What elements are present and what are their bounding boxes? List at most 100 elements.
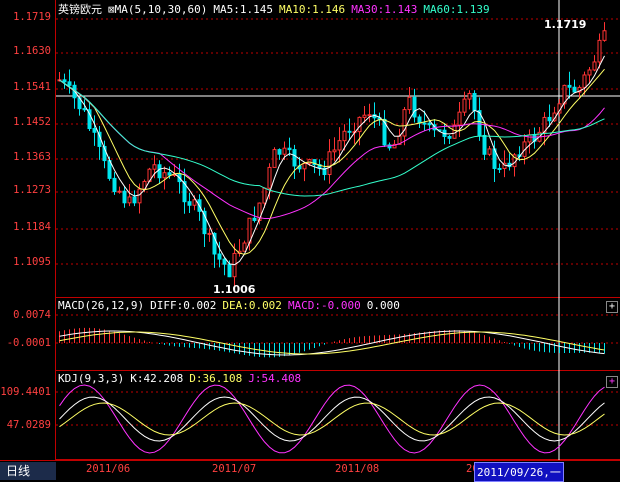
candle-body xyxy=(327,151,332,176)
candle-body xyxy=(152,164,157,170)
candle-body xyxy=(252,217,257,221)
ma5-line xyxy=(59,55,605,266)
candle-body xyxy=(337,140,342,151)
candle-body xyxy=(447,136,452,139)
candle-body xyxy=(132,196,137,204)
macd-macd: MACD:-0.000 xyxy=(287,299,361,312)
chart-toggle-icon[interactable]: ⊠ xyxy=(108,3,115,16)
ma-title: MA(5,10,30,60) xyxy=(114,3,208,16)
kdj-y-tick-label: 47.0289 xyxy=(6,419,51,431)
candle-body xyxy=(167,172,172,176)
ma10-value: MA10:1.146 xyxy=(278,3,346,16)
price-chart-pane[interactable]: 英镑欧元 ⊠MA(5,10,30,60) MA5:1.145 MA10:1.146 MA… xyxy=(56,0,620,298)
candle-body xyxy=(302,163,307,170)
y-tick-label: 1.1363 xyxy=(13,151,51,163)
candle-body xyxy=(222,258,227,265)
candle-body xyxy=(122,190,127,204)
candle-body xyxy=(157,164,162,179)
kdj-y-tick-label: 109.4401 xyxy=(0,386,51,398)
cursor-date-label: 2011/09/26,一 xyxy=(474,462,564,482)
candle-body xyxy=(242,242,247,252)
candle-body xyxy=(527,134,532,143)
candle-body xyxy=(567,84,572,88)
candle-body xyxy=(587,69,592,76)
candle-body xyxy=(127,196,132,204)
y-tick-label: 1.1273 xyxy=(13,184,51,196)
candle-body xyxy=(582,74,587,88)
ma10-line xyxy=(59,68,605,255)
candle-body xyxy=(207,232,212,235)
candle-body xyxy=(62,79,67,83)
candle-body xyxy=(262,187,267,204)
y-tick-label: 1.1630 xyxy=(13,45,51,57)
candle-body xyxy=(452,124,457,139)
candle-body xyxy=(117,190,122,193)
y-tick-label: 1.1095 xyxy=(13,256,51,268)
candle-body xyxy=(92,128,97,133)
time-axis: 日线 2011/06 2011/07 2011/08 2011/09 2011/… xyxy=(0,460,620,482)
candle-body xyxy=(417,116,422,124)
y-tick-label: 1.1719 xyxy=(13,11,51,23)
kdj-k: K:42.208 xyxy=(130,372,184,385)
candle-body xyxy=(457,111,462,126)
j-line xyxy=(59,384,605,454)
kdj-expand-button[interactable]: + xyxy=(606,376,618,388)
candle-body xyxy=(422,122,427,125)
candle-body xyxy=(67,81,72,86)
candle-body xyxy=(472,92,477,112)
y-axis-panel: 1.1719 1.1630 1.1541 1.1452 1.1363 1.127… xyxy=(0,0,56,460)
macd-expand-button[interactable]: + xyxy=(606,301,618,313)
macd-pane[interactable]: MACD(26,12,9) DIFF:0.002 DEA:0.002 MACD:-0.… xyxy=(56,298,620,371)
candle-body xyxy=(292,149,297,167)
candle-body xyxy=(357,116,362,133)
candle-body xyxy=(572,86,577,93)
candle-body xyxy=(347,130,352,133)
symbol-name: 英镑欧元 xyxy=(58,3,102,16)
macd-extra: 0.000 xyxy=(366,299,400,312)
macd-legend: MACD(26,12,9) DIFF:0.002 DEA:0.002 MACD:-0.… xyxy=(58,299,406,312)
x-tick-label: 2011/07 xyxy=(212,463,257,475)
kdj-pane[interactable]: KDJ(9,3,3) K:42.208 D:36.108 J:54.408 + xyxy=(56,371,620,460)
candle-body xyxy=(287,147,292,151)
candle-body xyxy=(482,134,487,155)
kdj-j: J:54.408 xyxy=(248,372,302,385)
candle-body xyxy=(342,130,347,142)
x-tick-label: 2011/08 xyxy=(335,463,380,475)
high-price-label: 1.1719 xyxy=(544,18,587,31)
candle-body xyxy=(82,108,87,111)
low-price-label: 1.1006 xyxy=(213,283,256,296)
y-tick-label: 1.1541 xyxy=(13,81,51,93)
y-tick-label: 1.1452 xyxy=(13,116,51,128)
candle-body xyxy=(362,114,367,118)
candle-body xyxy=(277,149,282,155)
candle-body xyxy=(267,166,272,189)
period-tab-daily[interactable]: 日线 xyxy=(0,462,56,480)
candle-body xyxy=(272,149,277,168)
price-legend: 英镑欧元 ⊠MA(5,10,30,60) MA5:1.145 MA10:1.146 MA… xyxy=(58,1,496,17)
kdj-title: KDJ(9,3,3) xyxy=(58,372,125,385)
y-tick-label: 1.1184 xyxy=(13,221,51,233)
candle-body xyxy=(227,263,232,278)
candle-body xyxy=(187,201,192,206)
candle-body xyxy=(597,39,602,63)
ma30-value: MA30:1.143 xyxy=(351,3,418,16)
candle-body xyxy=(192,199,197,206)
candle-body xyxy=(497,167,502,170)
kdj-legend: KDJ(9,3,3) K:42.208 D:36.108 J:54.408 xyxy=(58,372,307,385)
d-line xyxy=(59,402,605,436)
candle-body xyxy=(412,96,417,118)
candle-body xyxy=(332,149,337,153)
macd-title: MACD(26,12,9) xyxy=(58,299,145,312)
x-tick-label: 2011/06 xyxy=(86,463,131,475)
candle-body xyxy=(162,172,167,179)
ma60-line xyxy=(59,79,605,197)
kdj-d: D:36.108 xyxy=(189,372,243,385)
macd-y-tick-label: 0.0074 xyxy=(13,309,51,321)
candle-body xyxy=(137,188,142,204)
macd-diff: DIFF:0.002 xyxy=(150,299,217,312)
candle-body xyxy=(592,61,597,71)
candle-body xyxy=(427,122,432,126)
candle-body xyxy=(217,253,222,260)
candle-body xyxy=(602,30,607,41)
price-chart-canvas[interactable] xyxy=(56,0,620,298)
